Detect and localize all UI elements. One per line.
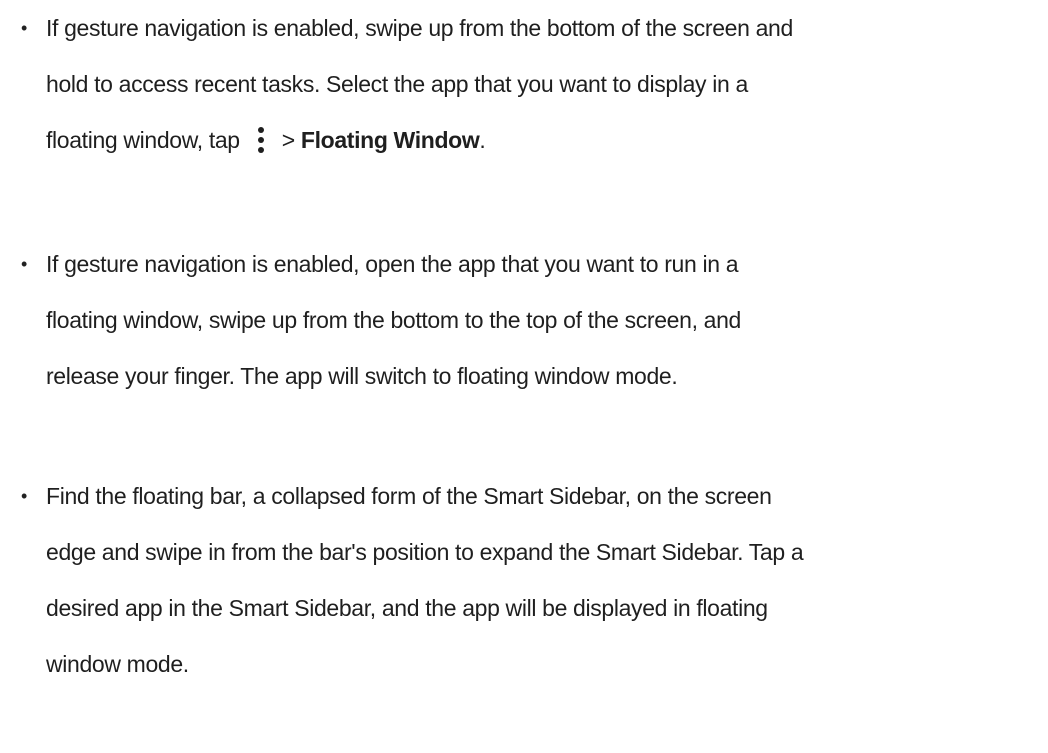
text-line: release your finger. The app will switch… — [46, 363, 678, 389]
sentence-end: . — [479, 127, 486, 153]
text-line: floating window, swipe up from the botto… — [46, 307, 741, 333]
menu-arrow: > — [281, 127, 295, 153]
bullet-marker: • — [21, 18, 28, 38]
bullet-marker: • — [21, 254, 28, 274]
text-before-icon: floating window, tap — [46, 127, 240, 153]
text-line: Find the floating bar, a collapsed form … — [46, 483, 772, 509]
list-item-text: Find the floating bar, a collapsed form … — [46, 468, 1048, 692]
bullet-marker: • — [21, 486, 28, 506]
text-line: hold to access recent tasks. Select the … — [46, 71, 748, 97]
floating-window-option: Floating Window — [300, 127, 480, 153]
text-line-with-icon: floating window, tap > Floating Window. — [46, 112, 1048, 168]
text-line: desired app in the Smart Sidebar, and th… — [46, 595, 768, 621]
text-line: If gesture navigation is enabled, open t… — [46, 251, 739, 277]
more-vertical-icon — [246, 118, 276, 153]
instructions-document: • If gesture navigation is enabled, swip… — [0, 0, 1048, 753]
text-line: edge and swipe in from the bar's positio… — [46, 539, 804, 565]
list-item-text: If gesture navigation is enabled, open t… — [46, 236, 1048, 404]
list-item-text: If gesture navigation is enabled, swipe … — [46, 0, 1048, 168]
text-line: window mode. — [46, 651, 189, 677]
text-line: If gesture navigation is enabled, swipe … — [46, 15, 793, 41]
